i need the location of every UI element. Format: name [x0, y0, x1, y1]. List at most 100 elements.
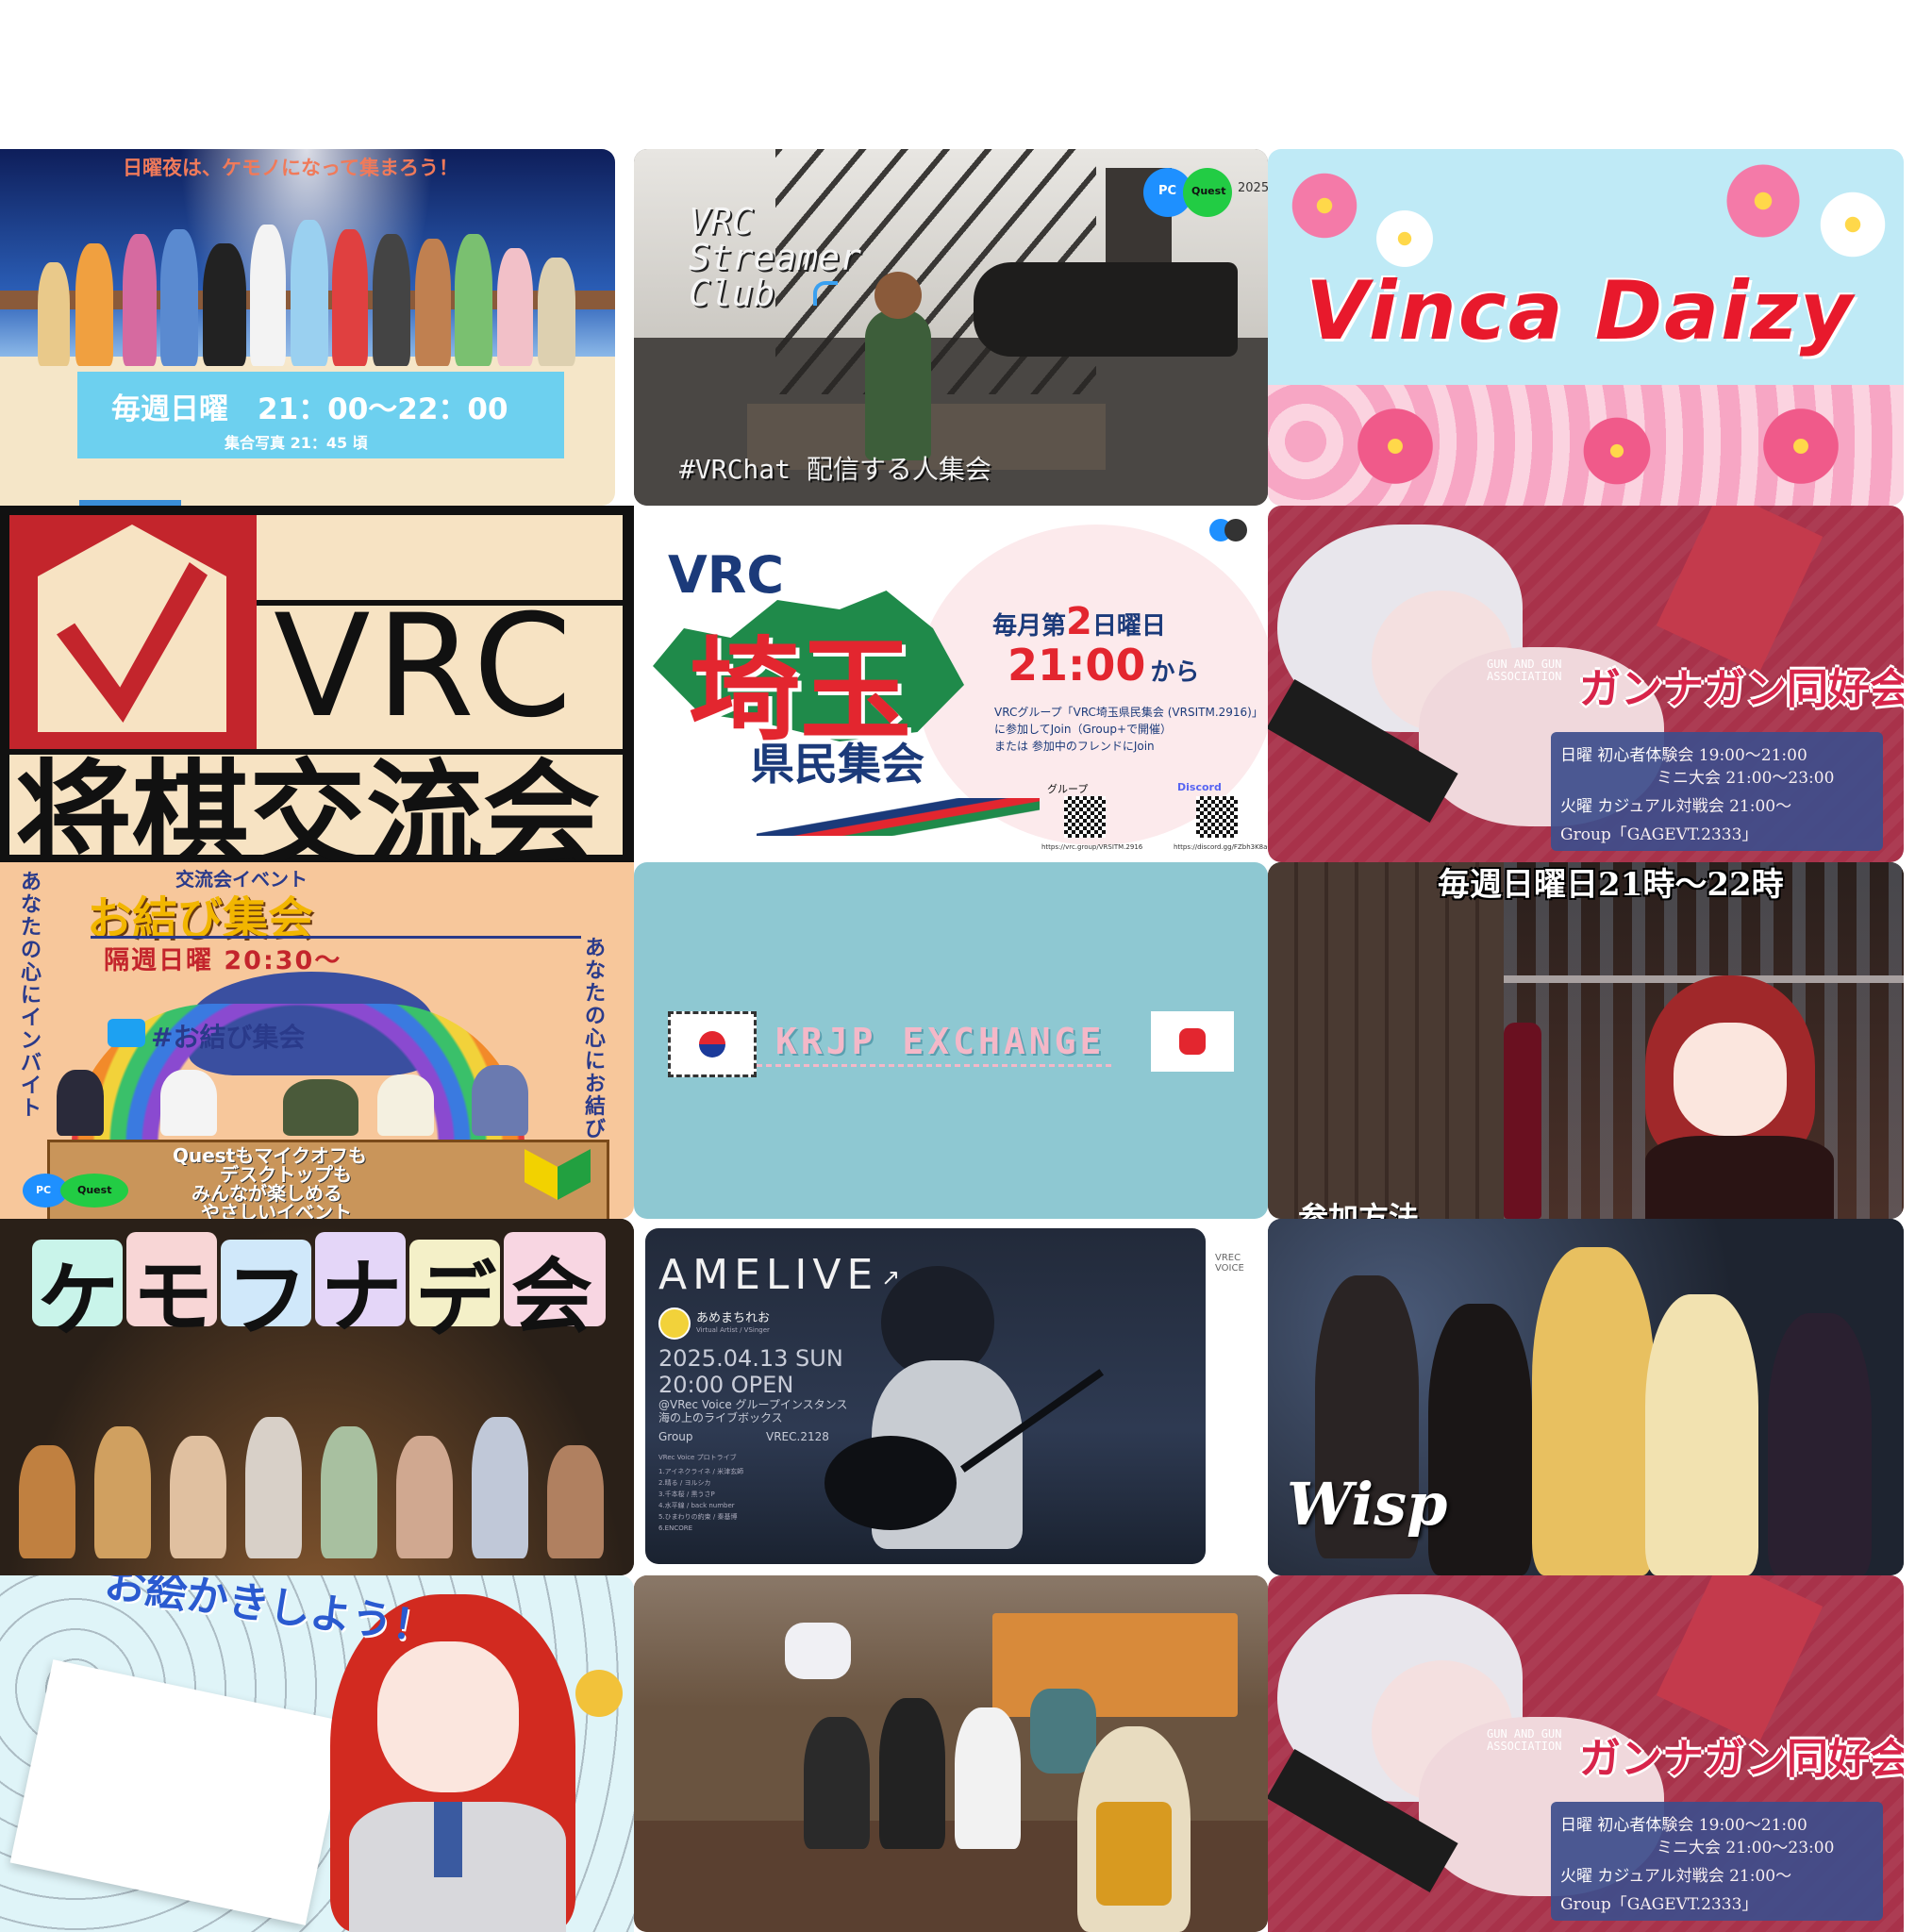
- avatar-3: [955, 1707, 1021, 1849]
- bar-howto: 参加方法: [1298, 1200, 1420, 1219]
- gun-info-box: 日曜 初心者体験会 19:00〜21:00 ミニ大会 21:00〜23:00 火…: [1551, 732, 1883, 851]
- autumn-window: [992, 1613, 1238, 1717]
- title-char: 会: [504, 1232, 606, 1344]
- schedule-banner: 毎週日曜 21：00〜22：00 集合写真 21：45 頃: [77, 372, 564, 458]
- event-card-amelive[interactable]: AMELIVE ↗ あめまちれお Virtual Artist / VSinge…: [634, 1219, 1268, 1575]
- saitama-info-2: に参加してJoin（Group+で開催）: [994, 723, 1173, 736]
- title-char: モ: [126, 1232, 217, 1344]
- avatar-crowd: [38, 206, 585, 375]
- setlist: 1.アイネクライネ / 米津玄師 2.晴る / ヨルシカ 3.千本桜 / 黒うさ…: [658, 1468, 744, 1532]
- avatar-5: [1768, 1313, 1872, 1575]
- gun-title: ガンナガン同好会: [1579, 1735, 1904, 1783]
- omusubi-side-left: あなたの心にインバイト: [21, 871, 42, 1121]
- apron: [1096, 1802, 1172, 1906]
- character-face: [377, 1641, 519, 1792]
- gun-info-box: 日曜 初心者体験会 19:00〜21:00 ミニ大会 21:00〜23:00 火…: [1551, 1802, 1883, 1921]
- kemofu-title: ケ モ フ ナ デ 会: [32, 1226, 608, 1348]
- saitama-info-3: または 参加中のフレンドにJoin: [994, 740, 1155, 753]
- qr-group-label: グループ: [1047, 783, 1089, 795]
- event-card-gun-and-gun-2[interactable]: GUN AND GUN ASSOCIATION ガンナガン同好会 日曜 初心者体…: [1268, 1575, 1904, 1932]
- wine-bottle: [1504, 1023, 1541, 1219]
- wifi-icon: [813, 281, 838, 306]
- event-card-bar-night[interactable]: 毎週日曜日21時〜22時 参加方法: [1268, 862, 1904, 1219]
- event-thumbnail-grid: 日曜夜は、ケモノになって集まろう！ 毎週日曜 21：00〜22：00 集合写真 …: [0, 149, 1932, 1932]
- event-card-cafe[interactable]: [634, 1575, 1268, 1932]
- avatar-4: [1030, 1689, 1096, 1774]
- saitama-time: 21:00 から: [1008, 640, 1200, 691]
- sun-sticker: [575, 1670, 623, 1717]
- shogi-vrc-label: VRC: [274, 585, 578, 749]
- event-card-vrc-shogi[interactable]: VRC 将棋交流会: [0, 506, 634, 862]
- saitama-info-1: VRCグループ「VRC埼玉県民集会 (VRSITM.2916)」: [994, 706, 1263, 719]
- event-card-kemono[interactable]: 日曜夜は、ケモノになって集まろう！ 毎週日曜 21：00〜22：00 集合写真 …: [0, 149, 615, 506]
- kemono-photo-time: 集合写真 21：45 頃: [225, 434, 368, 452]
- event-card-drawing[interactable]: お絵かきしよう！: [0, 1575, 634, 1932]
- wisp-logo: Wisp: [1287, 1470, 1448, 1539]
- shogi-title: 将棋交流会: [15, 749, 601, 862]
- setlist-title: VRec Voice プロトライブ: [658, 1454, 737, 1461]
- streamer-tagline: #VRChat 配信する人集会: [679, 454, 991, 485]
- qr-discord-url: https://discord.gg/FZbh3K8a65: [1174, 843, 1268, 851]
- gun-org: GUN AND GUN ASSOCIATION: [1487, 1727, 1562, 1753]
- avatar-4: [1645, 1294, 1758, 1575]
- amelive-poster: AMELIVE ↗ あめまちれお Virtual Artist / VSinge…: [645, 1228, 1206, 1564]
- quest-badge: Quest: [60, 1174, 128, 1208]
- saitama-vrc: VRC: [668, 545, 785, 605]
- qr-group-url: https://vrc.group/VRSITM.2916: [1041, 843, 1143, 851]
- event-card-gun-and-gun[interactable]: GUN AND GUN ASSOCIATION ガンナガン同好会 日曜 初心者体…: [1268, 506, 1904, 862]
- artist-name: あめまちれお: [696, 1311, 771, 1325]
- avatar-2: [879, 1698, 945, 1849]
- title-char: ケ: [32, 1240, 123, 1348]
- kemono-headline: 日曜夜は、ケモノになって集まろう！: [123, 157, 458, 179]
- saitama-date: 毎月第2日曜日: [992, 600, 1166, 643]
- event-card-krjp-exchange[interactable]: KRJP EXCHANGE: [634, 862, 1268, 1219]
- event-card-vrc-saitama[interactable]: VRC 埼玉 県民集会 毎月第2日曜日 21:00 から VRCグループ「VRC…: [634, 506, 1268, 862]
- avatar-3: [1532, 1247, 1655, 1575]
- streamer-logo: VRC Streamer Club: [689, 201, 862, 314]
- streamer-avatar: [865, 309, 931, 460]
- venue-line-2: 海の上のライブボックス: [658, 1411, 783, 1424]
- avatar-crowd: [19, 1407, 623, 1558]
- wood-wall: [1268, 862, 1504, 1219]
- qr-discord-label: Discord: [1177, 781, 1222, 793]
- event-card-omusubi[interactable]: 交流会イベント お結び集会 隔週日曜 20:30〜 あなたの心にインバイト あな…: [0, 862, 634, 1219]
- gun-org: GUN AND GUN ASSOCIATION: [1487, 658, 1562, 683]
- character-face: [1674, 1023, 1787, 1136]
- event-card-vinca-daizy[interactable]: Vinca Daizy: [1268, 149, 1904, 506]
- guitar: [824, 1436, 957, 1530]
- camera-rig: [974, 262, 1238, 357]
- quest-badge: [1224, 519, 1247, 541]
- brand-label: VREC VOICE: [1215, 1253, 1244, 1274]
- event-date: 2025.04.13 SUN: [658, 1345, 843, 1372]
- twitter-icon: [108, 1019, 145, 1047]
- kemono-schedule: 毎週日曜 21：00〜22：00: [111, 392, 508, 426]
- ribbon: [434, 1802, 462, 1877]
- saitama-sub-title: 県民集会: [751, 739, 924, 790]
- title-underline: [91, 936, 581, 939]
- event-card-wisp[interactable]: Wisp: [1268, 1219, 1904, 1575]
- artist-sub: Virtual Artist / VSinger: [696, 1326, 770, 1334]
- qr-code-discord: [1196, 796, 1238, 838]
- event-open: 20:00 OPEN: [658, 1372, 794, 1398]
- omusubi-tag: #お結び集会: [151, 1022, 306, 1053]
- quest-badge: Quest: [1183, 168, 1232, 217]
- title-char: ナ: [315, 1232, 406, 1344]
- stripe-decoration: [757, 798, 1040, 836]
- omusubi-side-right: あなたの心にお結びを: [585, 937, 607, 1164]
- artist-avatar: [658, 1307, 691, 1340]
- gun-title: ガンナガン同好会: [1579, 665, 1904, 713]
- title-char: フ: [221, 1240, 311, 1348]
- divider: [257, 600, 623, 606]
- amelive-title: AMELIVE: [658, 1251, 879, 1299]
- event-card-streamer-club[interactable]: VRC Streamer Club PC Quest 2025 #VRChat …: [634, 149, 1268, 506]
- vinca-title: Vinca Daizy: [1306, 264, 1855, 358]
- title-char: デ: [409, 1240, 500, 1348]
- bar-schedule: 毎週日曜日21時〜22時: [1438, 866, 1784, 904]
- character-row: [57, 1060, 547, 1136]
- robot-avatar: [785, 1623, 851, 1679]
- krjp-title: KRJP EXCHANGE: [775, 1021, 1106, 1062]
- qr-code-group: [1064, 796, 1106, 838]
- year-label: 2025: [1238, 181, 1268, 195]
- japan-flag-icon: [1151, 1011, 1234, 1072]
- event-card-kemofunade[interactable]: ケ モ フ ナ デ 会: [0, 1219, 634, 1575]
